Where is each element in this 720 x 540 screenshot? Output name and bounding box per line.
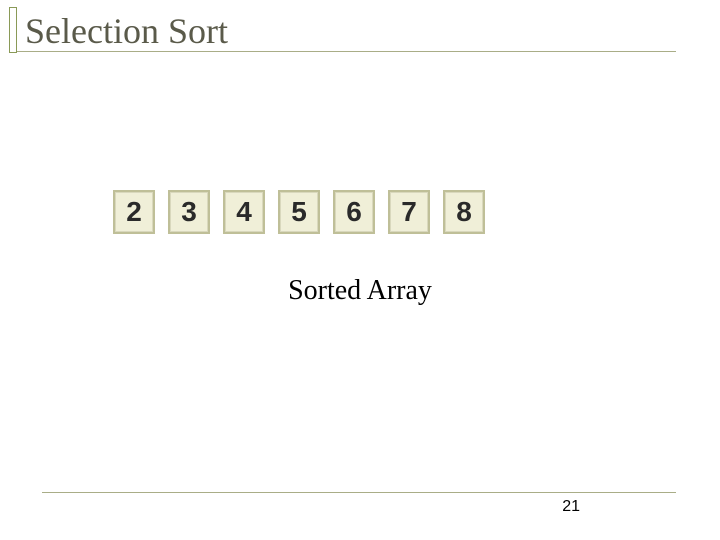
array-row: 2 3 4 5 6 7 8 <box>113 190 485 234</box>
header-divider <box>9 51 676 52</box>
array-cell: 3 <box>168 190 210 234</box>
array-cell: 5 <box>278 190 320 234</box>
array-cell: 4 <box>223 190 265 234</box>
footer-divider <box>42 492 676 493</box>
array-cell: 8 <box>443 190 485 234</box>
array-cell: 2 <box>113 190 155 234</box>
title-accent-box <box>9 7 17 53</box>
array-cell: 6 <box>333 190 375 234</box>
page-title: Selection Sort <box>25 10 228 52</box>
array-cell: 7 <box>388 190 430 234</box>
page-number: 21 <box>562 498 580 516</box>
array-caption: Sorted Array <box>0 275 720 307</box>
